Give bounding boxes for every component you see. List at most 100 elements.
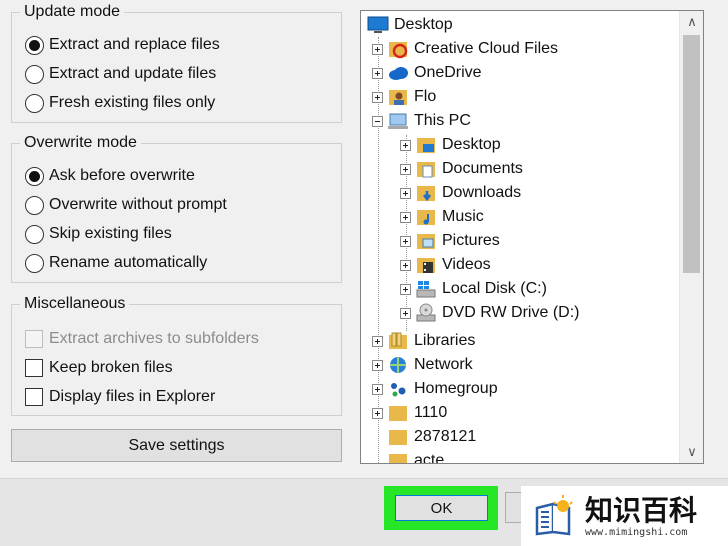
expand-icon[interactable] [372, 67, 383, 79]
tree-item-2878121[interactable]: 2878121 [387, 425, 476, 449]
tree-item-label: Flo [414, 88, 437, 105]
tree-item-label: Documents [442, 160, 523, 177]
tree-item-downloads[interactable]: Downloads [400, 181, 521, 205]
miscellaneous-legend: Miscellaneous [20, 293, 130, 315]
radio-label: Overwrite without prompt [49, 196, 227, 213]
save-settings-button[interactable]: Save settings [11, 429, 342, 462]
tree-item-label: Network [414, 356, 473, 373]
radio-fresh-existing[interactable]: Fresh existing files only [25, 92, 215, 114]
tree-item-label: OneDrive [414, 64, 482, 81]
user-folder-icon [389, 90, 407, 105]
expand-icon[interactable] [400, 283, 411, 295]
radio-skip-existing[interactable]: Skip existing files [25, 223, 172, 245]
radio-ask-before-overwrite[interactable]: Ask before overwrite [25, 165, 195, 187]
radio-button[interactable] [25, 93, 44, 113]
radio-button[interactable] [25, 166, 44, 186]
network-icon [390, 357, 406, 373]
tree-item-1110[interactable]: 1110 [372, 401, 447, 425]
expand-icon[interactable] [400, 187, 411, 199]
folder-icon [389, 454, 407, 463]
checkbox[interactable] [25, 359, 43, 377]
expand-icon[interactable] [400, 259, 411, 271]
tree-item-libraries[interactable]: Libraries [372, 329, 475, 353]
checkbox[interactable] [25, 388, 43, 406]
tree-item-label: This PC [414, 112, 471, 129]
tree-item-desktop[interactable]: Desktop [400, 133, 501, 157]
radio-button[interactable] [25, 35, 44, 55]
expand-icon[interactable] [400, 139, 411, 151]
update-mode-group: Update mode Extract and replace files Ex… [11, 1, 342, 123]
radio-overwrite-without-prompt[interactable]: Overwrite without prompt [25, 194, 227, 216]
ok-button[interactable]: OK [395, 495, 488, 521]
watermark-logo: 知识百科 www.mimingshi.com [521, 486, 728, 546]
folder-tree-content: Desktop Creative Cloud Files OneDrive Fl… [361, 11, 679, 463]
expand-icon[interactable] [400, 307, 411, 319]
overwrite-mode-legend: Overwrite mode [20, 132, 141, 154]
scroll-thumb[interactable] [683, 35, 700, 273]
checkbox-keep-broken-files[interactable]: Keep broken files [25, 357, 173, 379]
tree-item-label: Homegroup [414, 380, 498, 397]
checkbox-display-in-explorer[interactable]: Display files in Explorer [25, 386, 215, 408]
local-disk-icon [416, 281, 436, 298]
tree-item-dvd-drive[interactable]: DVD RW Drive (D:) [400, 301, 579, 325]
tree-item-creative-cloud[interactable]: Creative Cloud Files [372, 37, 558, 61]
radio-button[interactable] [25, 64, 44, 84]
tree-scrollbar[interactable]: ∧ ∨ [679, 11, 703, 463]
radio-button[interactable] [25, 224, 44, 244]
checkbox-label: Display files in Explorer [49, 388, 216, 405]
radio-extract-replace[interactable]: Extract and replace files [25, 34, 220, 56]
radio-label: Ask before overwrite [49, 167, 195, 184]
expand-icon[interactable] [400, 235, 411, 247]
folder-tree[interactable]: Desktop Creative Cloud Files OneDrive Fl… [360, 10, 704, 464]
tree-item-pictures[interactable]: Pictures [400, 229, 500, 253]
expand-icon[interactable] [372, 335, 383, 347]
desktop-folder-icon [417, 138, 435, 153]
radio-button[interactable] [25, 253, 44, 273]
radio-button[interactable] [25, 195, 44, 215]
tree-item-label: Downloads [442, 184, 522, 201]
tree-item-label: Libraries [414, 332, 476, 349]
expand-icon[interactable] [372, 407, 383, 419]
scroll-down-arrow-icon[interactable]: ∨ [680, 441, 703, 463]
expand-icon[interactable] [372, 43, 383, 55]
tree-item-documents[interactable]: Documents [400, 157, 523, 181]
tree-item-music[interactable]: Music [400, 205, 484, 229]
radio-label: Fresh existing files only [49, 94, 216, 111]
tree-item-desktop-root[interactable]: Desktop [367, 13, 453, 37]
watermark-text: 知识百科 www.mimingshi.com [585, 493, 698, 538]
dvd-drive-icon [416, 303, 436, 322]
this-pc-icon [388, 113, 408, 129]
tree-item-homegroup[interactable]: Homegroup [372, 377, 498, 401]
overwrite-mode-group: Overwrite mode Ask before overwrite Over… [11, 132, 342, 283]
radio-rename-automatically[interactable]: Rename automatically [25, 252, 207, 274]
tree-item-acte[interactable]: acte [387, 449, 444, 463]
expand-icon[interactable] [372, 359, 383, 371]
scroll-up-arrow-icon[interactable]: ∧ [680, 11, 703, 33]
tree-item-label: Desktop [442, 136, 501, 153]
tree-item-label: DVD RW Drive (D:) [442, 304, 580, 321]
tree-item-onedrive[interactable]: OneDrive [372, 61, 482, 85]
tree-item-videos[interactable]: Videos [400, 253, 491, 277]
options-pane: Update mode Extract and replace files Ex… [0, 0, 352, 478]
tree-item-local-disk[interactable]: Local Disk (C:) [400, 277, 547, 301]
creative-cloud-icon [389, 42, 408, 59]
expand-icon[interactable] [400, 211, 411, 223]
watermark-brand: 知识百科 [585, 493, 698, 527]
watermark-url: www.mimingshi.com [585, 526, 688, 538]
checkbox-label: Extract archives to subfolders [49, 330, 259, 347]
radio-extract-update[interactable]: Extract and update files [25, 63, 216, 85]
tree-item-this-pc[interactable]: This PC [372, 109, 471, 133]
expand-icon[interactable] [372, 91, 383, 103]
tree-item-network[interactable]: Network [372, 353, 473, 377]
collapse-icon[interactable] [372, 115, 383, 127]
tree-item-label: acte [414, 452, 445, 463]
homegroup-icon [391, 383, 406, 397]
documents-folder-icon [417, 162, 435, 178]
radio-label: Skip existing files [49, 225, 172, 242]
tree-item-flo[interactable]: Flo [372, 85, 436, 109]
expand-icon[interactable] [400, 163, 411, 175]
book-lightbulb-icon [535, 495, 573, 536]
expand-icon[interactable] [372, 383, 383, 395]
miscellaneous-group: Miscellaneous Extract archives to subfol… [11, 293, 342, 416]
radio-label: Extract and update files [49, 65, 217, 82]
